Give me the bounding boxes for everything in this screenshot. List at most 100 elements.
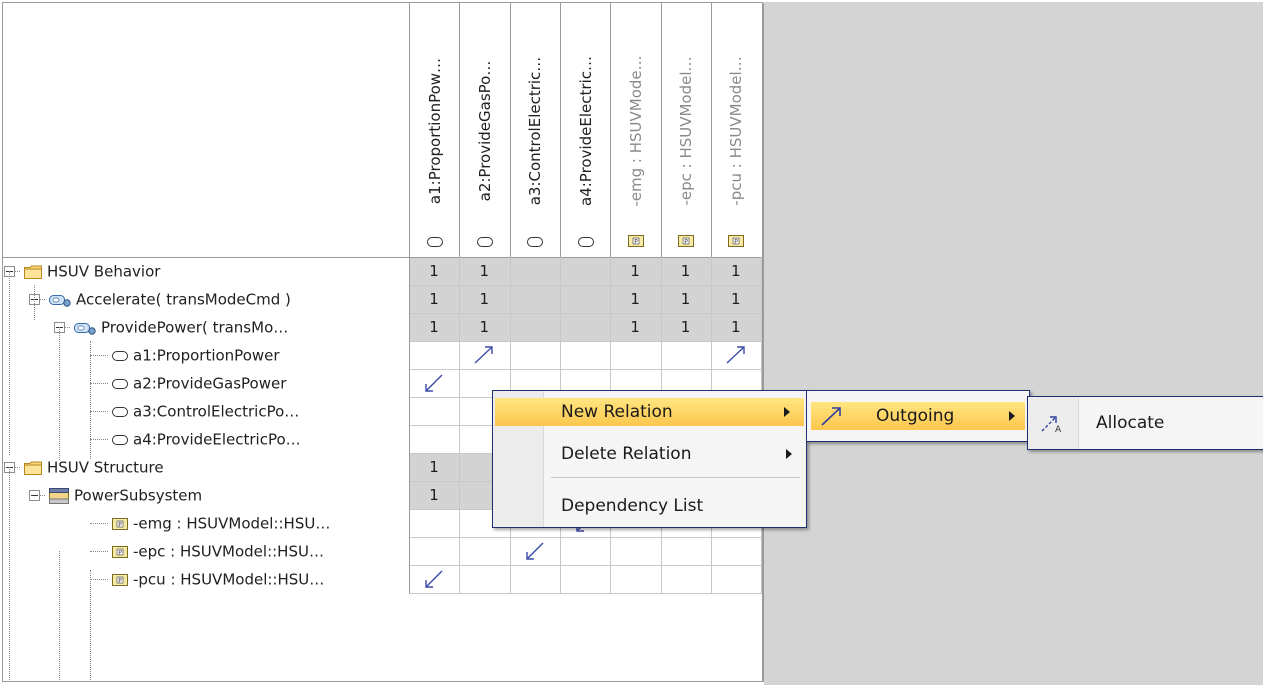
- matrix-cell[interactable]: 1: [661, 257, 711, 285]
- block-icon: [49, 487, 69, 504]
- menu-item-label: Outgoing: [876, 406, 955, 426]
- column-header[interactable]: a4:ProvideElectric…: [559, 3, 611, 257]
- tree-connector: [34, 285, 36, 320]
- activity-icon: [74, 321, 96, 335]
- collapse-toggle-icon[interactable]: [29, 490, 40, 501]
- row-header-label: a1:ProportionPower: [133, 346, 280, 365]
- row-header[interactable]: a1:ProportionPower: [112, 341, 280, 369]
- svg-text:P: P: [634, 238, 638, 245]
- menu-item-allocate[interactable]: A Allocate: [1028, 409, 1263, 437]
- submenu-arrow-icon: [786, 449, 792, 459]
- column-header-label: -pcu : HSUVModel…: [727, 56, 746, 206]
- matrix-cell[interactable]: 1: [661, 285, 711, 313]
- menu-item-label: Dependency List: [561, 496, 704, 516]
- tree-connector: [90, 439, 108, 441]
- incoming-dependency-arrow[interactable]: [409, 565, 459, 593]
- row-header-label: -epc : HSUVModel::HSU…: [133, 542, 324, 561]
- row-divider: [409, 593, 763, 594]
- menu-item-dependency-list[interactable]: Dependency List: [493, 492, 806, 520]
- matrix-cell[interactable]: 1: [711, 285, 761, 313]
- row-header[interactable]: ProvidePower( transMo…: [74, 313, 288, 341]
- action-icon: [476, 232, 493, 251]
- column-header[interactable]: -pcu : HSUVModel… P: [710, 3, 762, 257]
- part-icon: P: [112, 517, 128, 530]
- row-header-label: a3:ControlElectricPo…: [133, 402, 300, 421]
- context-menu: New Relation Delete Relation Dependency …: [492, 390, 807, 528]
- action-icon: [426, 232, 443, 251]
- svg-text:P: P: [684, 238, 688, 245]
- svg-text:P: P: [118, 577, 122, 584]
- action-icon: [112, 350, 128, 361]
- row-header[interactable]: P -emg : HSUVModel::HSU…: [112, 509, 330, 537]
- matrix-cell[interactable]: 1: [711, 257, 761, 285]
- row-header[interactable]: P -epc : HSUVModel::HSU…: [112, 537, 324, 565]
- matrix-cell[interactable]: 1: [610, 285, 660, 313]
- column-header[interactable]: a3:ControlElectric…: [509, 3, 560, 257]
- part-icon: P: [112, 573, 128, 586]
- column-header-label: a4:ProvideElectric…: [576, 56, 595, 206]
- row-header[interactable]: P -pcu : HSUVModel::HSU…: [112, 565, 324, 593]
- tree-connector: [90, 551, 108, 553]
- row-header[interactable]: HSUV Behavior: [24, 257, 160, 285]
- tree-connector: [15, 271, 20, 273]
- column-header-label: -epc : HSUVModel…: [677, 56, 696, 206]
- matrix-cell[interactable]: 1: [409, 285, 459, 313]
- row-header-label: ProvidePower( transMo…: [101, 318, 289, 337]
- menu-item-new-relation[interactable]: New Relation: [495, 398, 804, 426]
- incoming-dependency-arrow[interactable]: [409, 369, 459, 397]
- empty-area: [764, 2, 1263, 685]
- column-header[interactable]: -emg : HSUVMode… P: [610, 3, 661, 257]
- row-header[interactable]: HSUV Structure: [24, 453, 164, 481]
- menu-item-label: New Relation: [561, 402, 673, 422]
- outgoing-dependency-arrow[interactable]: [711, 341, 761, 369]
- column-header[interactable]: a1:ProportionPow…: [409, 3, 460, 257]
- matrix-corner: [3, 3, 409, 257]
- column-header[interactable]: a2:ProvideGasPo…: [459, 3, 510, 257]
- matrix-cell[interactable]: 1: [610, 257, 660, 285]
- column-header-label: a3:ControlElectric…: [526, 56, 545, 206]
- matrix-cell[interactable]: 1: [409, 313, 459, 341]
- column-header[interactable]: -epc : HSUVModel… P: [660, 3, 711, 257]
- tree-connector: [90, 411, 108, 413]
- tree-connector: [15, 467, 20, 469]
- action-icon: [112, 434, 128, 445]
- matrix-cell[interactable]: 1: [661, 313, 711, 341]
- matrix-cell[interactable]: 1: [409, 257, 459, 285]
- menu-item-delete-relation[interactable]: Delete Relation: [493, 440, 806, 468]
- tree-connector: [40, 299, 45, 301]
- row-header-label: a4:ProvideElectricPo…: [133, 430, 301, 449]
- row-header[interactable]: a3:ControlElectricPo…: [112, 397, 299, 425]
- column-header-label: a1:ProportionPow…: [425, 57, 444, 205]
- matrix-cell[interactable]: 1: [711, 313, 761, 341]
- menu-item-outgoing[interactable]: Outgoing: [811, 402, 1025, 430]
- matrix-cell[interactable]: 1: [459, 285, 509, 313]
- column-header-label: a2:ProvideGasPo…: [475, 60, 494, 202]
- matrix-cell[interactable]: 1: [459, 257, 509, 285]
- matrix-cell[interactable]: 1: [409, 481, 459, 509]
- outgoing-dependency-arrow[interactable]: [459, 341, 509, 369]
- part-icon: P: [678, 232, 695, 251]
- row-header[interactable]: Accelerate( transModeCmd ): [49, 285, 291, 313]
- tree-connector: [9, 467, 11, 682]
- menu-item-label: Delete Relation: [561, 444, 692, 464]
- action-icon: [112, 378, 128, 389]
- row-header[interactable]: a2:ProvideGasPower: [112, 369, 286, 397]
- menu-item-label: Allocate: [1096, 413, 1165, 433]
- activity-icon: [49, 293, 71, 307]
- row-header[interactable]: PowerSubsystem: [49, 481, 202, 509]
- tree-connector: [59, 551, 61, 680]
- tree-connector: [9, 271, 11, 455]
- tree-connector: [90, 570, 92, 680]
- incoming-dependency-arrow[interactable]: [510, 537, 560, 565]
- outgoing-arrow-icon: [819, 404, 845, 437]
- row-header-label: HSUV Behavior: [47, 262, 161, 281]
- row-header[interactable]: a4:ProvideElectricPo…: [112, 425, 301, 453]
- action-icon: [577, 232, 594, 251]
- submenu-arrow-icon: [1009, 411, 1015, 421]
- column-divider: [763, 3, 764, 682]
- matrix-cell[interactable]: 1: [610, 313, 660, 341]
- matrix-cell[interactable]: 1: [459, 313, 509, 341]
- tree-connector: [90, 383, 108, 385]
- menu-separator: [551, 477, 800, 478]
- matrix-cell[interactable]: 1: [409, 453, 459, 481]
